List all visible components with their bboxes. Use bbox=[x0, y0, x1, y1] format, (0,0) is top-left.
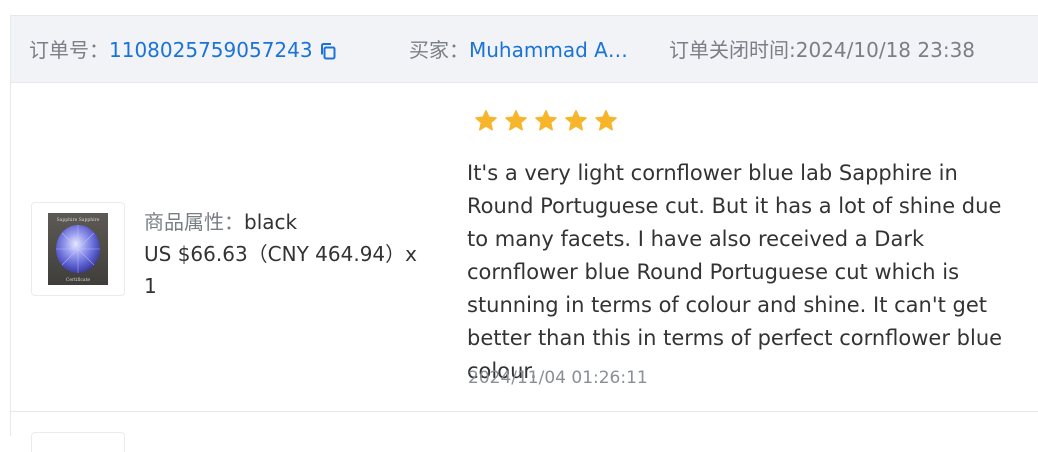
thumb-caption-bottom: Certificate bbox=[66, 277, 91, 283]
buyer-label: 买家： bbox=[409, 38, 469, 62]
attribute-label: 商品属性： bbox=[144, 210, 244, 234]
thumb-caption-top: Sapphire Sapphire bbox=[57, 217, 100, 223]
copy-icon[interactable] bbox=[319, 41, 337, 60]
product-attribute: 商品属性：black bbox=[144, 206, 434, 238]
review-text: It's a very light cornflower blue lab Sa… bbox=[467, 161, 1003, 383]
close-time-label: 订单关闭时间: bbox=[669, 38, 796, 62]
product-info: 商品属性：black US $66.63（CNY 464.94）x 1 bbox=[144, 206, 434, 302]
star-icon bbox=[505, 110, 527, 131]
star-icon bbox=[535, 110, 557, 131]
order-close-time: 订单关闭时间:2024/10/18 23:38 bbox=[669, 38, 975, 62]
order-number: 订单号：1108025759057243 bbox=[29, 38, 337, 62]
star-icon bbox=[595, 110, 617, 131]
rating-stars bbox=[474, 109, 618, 133]
order-number-label: 订单号： bbox=[29, 38, 109, 62]
attribute-value: black bbox=[244, 210, 298, 234]
star-icon bbox=[565, 110, 587, 131]
buyer-name-link[interactable]: Muhammad Am... bbox=[469, 38, 645, 62]
product-price: US $66.63（CNY 464.94）x bbox=[144, 242, 417, 266]
order-header: 订单号：1108025759057243 买家：Muhammad Am... 订… bbox=[11, 16, 1038, 83]
order-number-link[interactable]: 1108025759057243 bbox=[109, 38, 313, 62]
product-thumbnail[interactable]: Sapphire Sapphire Certificate bbox=[31, 202, 125, 296]
review-date: 2024/11/04 01:26:11 bbox=[468, 368, 648, 388]
product-quantity: 1 bbox=[144, 274, 157, 298]
next-product-thumbnail[interactable] bbox=[31, 432, 125, 452]
product-image: Sapphire Sapphire Certificate bbox=[48, 213, 108, 285]
buyer: 买家：Muhammad Am... bbox=[409, 38, 645, 62]
order-card: 订单号：1108025759057243 买家：Muhammad Am... 订… bbox=[10, 15, 1038, 452]
row-divider bbox=[11, 411, 1038, 412]
close-time-value: 2024/10/18 23:38 bbox=[795, 38, 976, 62]
star-icon bbox=[475, 110, 497, 131]
